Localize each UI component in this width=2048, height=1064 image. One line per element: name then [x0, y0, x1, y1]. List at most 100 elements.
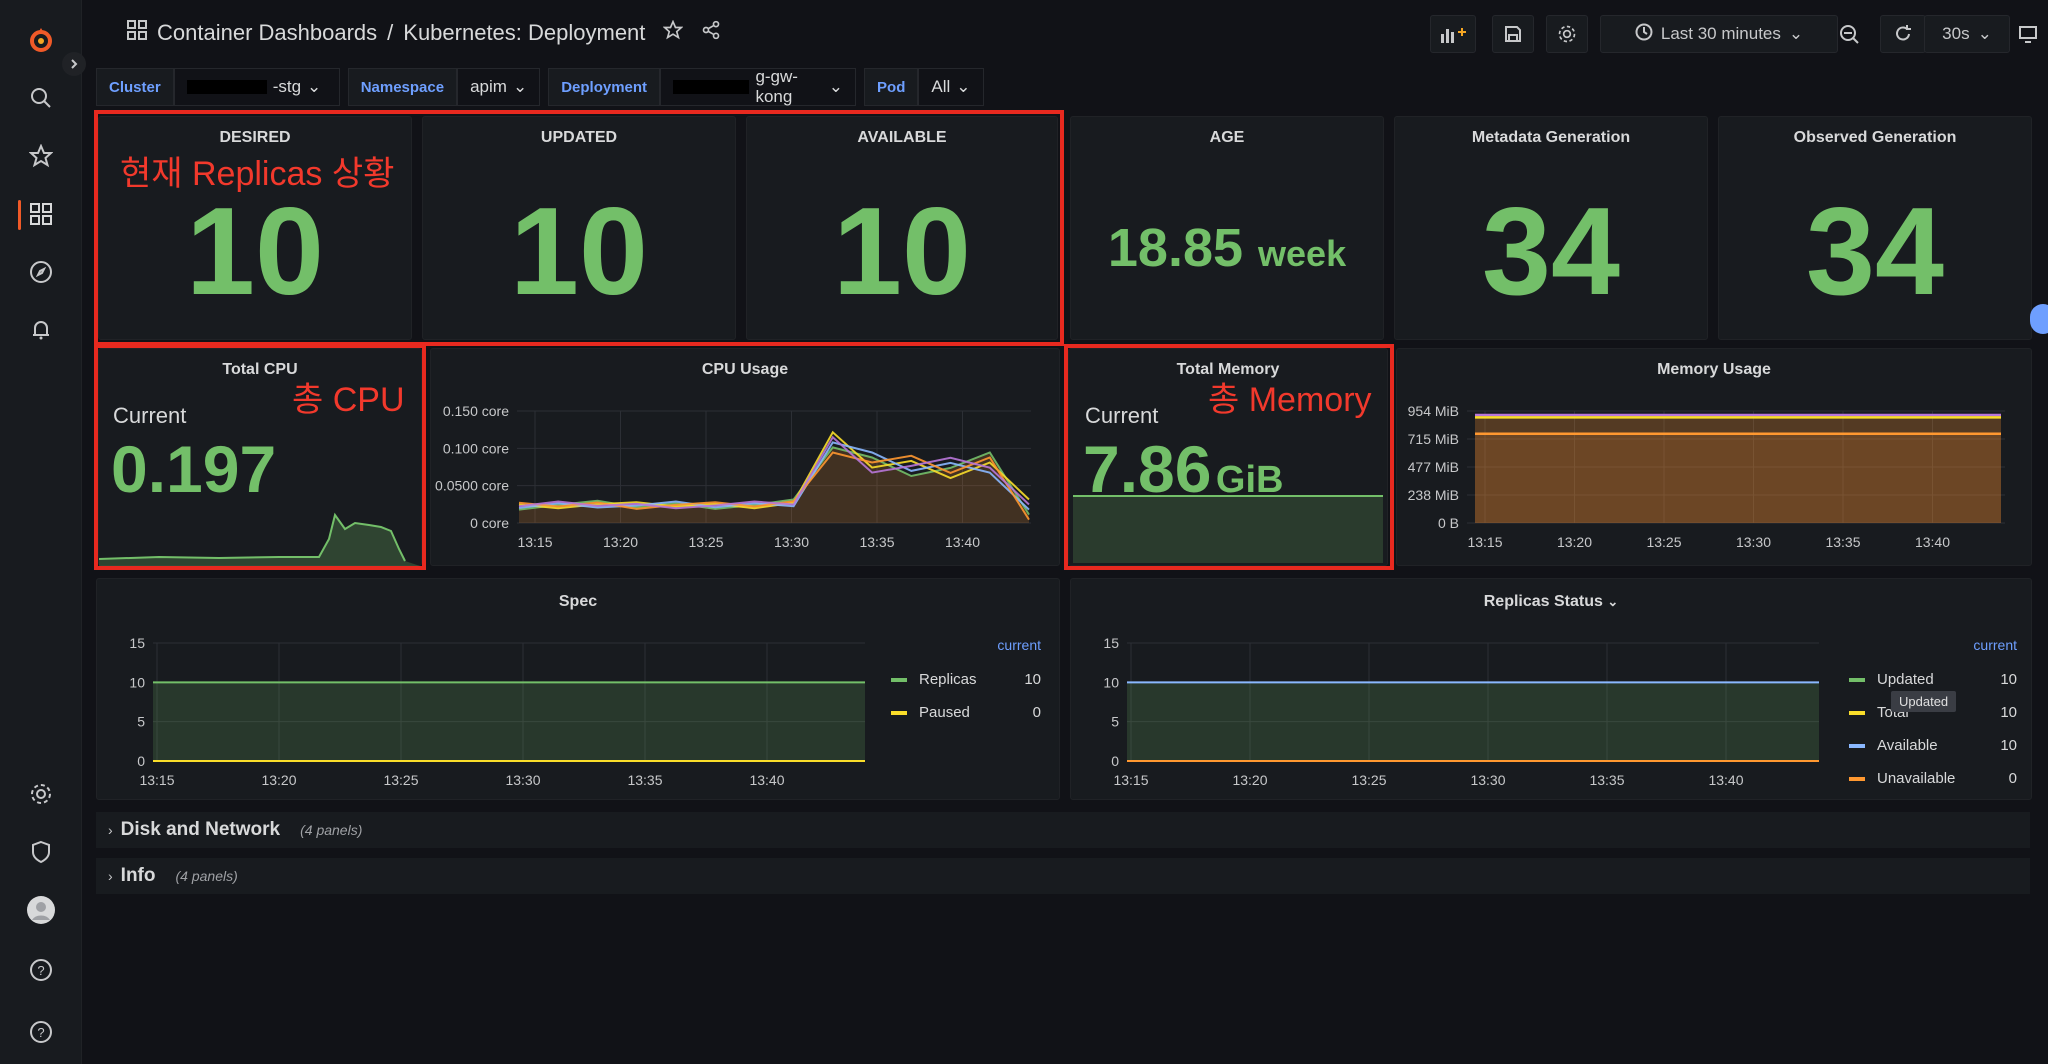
legend-header[interactable]: current	[891, 637, 1041, 653]
panel-title: AGE	[1209, 129, 1245, 146]
grafana-logo-icon[interactable]	[25, 24, 57, 56]
series-area	[153, 682, 865, 761]
cpu-sparkline	[99, 512, 423, 567]
y-tick-label: 0.0500 core	[435, 478, 509, 494]
stat-value: 34	[1806, 183, 1944, 321]
legend-item[interactable]: Paused 0	[891, 696, 1041, 729]
memory-usage-chart: 954 MiB 715 MiB 477 MiB 238 MiB 0 B 13:15 13:2…	[1408, 403, 2005, 550]
share-icon[interactable]	[701, 20, 721, 46]
chevron-right-icon: ›	[108, 822, 113, 838]
variable-value-deployment: g-gw-kong	[755, 67, 798, 106]
redacted-block	[186, 80, 267, 94]
spec-legend: current Replicas 10 Paused 0	[891, 637, 1041, 729]
y-tick-label: 0 B	[1438, 515, 1459, 531]
variable-value-cluster: -stg	[272, 77, 302, 96]
breadcrumb: Container Dashboards / Kubernetes: Deplo…	[127, 19, 721, 46]
row-title: Disk and Network	[120, 819, 281, 840]
x-tick-label: 13:35	[1589, 772, 1624, 788]
panel-age[interactable]: AGE 18.85 week	[1070, 116, 1384, 340]
explore-icon[interactable]	[25, 256, 57, 288]
variable-select-deployment[interactable]: g-gw-kong ⌄	[660, 67, 857, 106]
annotation-text-replicas: 현재 Replicas 상황	[120, 155, 395, 193]
panel-updated[interactable]: UPDATED 10	[422, 116, 736, 340]
legend-item[interactable]: Replicas 10	[891, 663, 1041, 696]
panel-available[interactable]: AVAILABLE 10	[746, 116, 1058, 340]
x-tick-label: 13:40	[1915, 534, 1950, 550]
stat-label: Current	[113, 403, 187, 428]
replicas-legend: current Updated 10 Total 10 Available 10…	[1849, 637, 2017, 795]
panel-spec[interactable]: Spec 15 10 5 0 13:15 13:20 13:25 13:30 13:35 13:4…	[96, 578, 1060, 800]
star-favorite-icon[interactable]	[662, 19, 684, 46]
svg-text:?: ?	[37, 1025, 44, 1040]
dashboards-grid-icon	[127, 20, 147, 46]
avatar[interactable]	[25, 894, 57, 926]
y-tick-label: 954 MiB	[1408, 403, 1459, 419]
legend-name: Available	[1877, 737, 1938, 754]
time-range-label: Last 30 minutes	[1660, 24, 1781, 43]
panel-memory-usage[interactable]: Memory Usage 954 MiB 715 MiB 477 MiB 238 Mi…	[1396, 348, 2032, 566]
legend-name: Replicas	[919, 671, 977, 688]
legend-item[interactable]: Available 10	[1849, 729, 2017, 762]
y-tick-label: 0	[137, 753, 145, 769]
x-tick-label: 13:35	[627, 772, 662, 788]
legend-name: Updated	[1877, 671, 1934, 688]
save-dashboard-button[interactable]	[1492, 15, 1534, 53]
row-disk-and-network[interactable]: › Disk and Network (4 panels)	[96, 812, 2030, 848]
y-tick-label: 10	[129, 674, 145, 690]
gear-icon[interactable]	[25, 778, 57, 810]
spec-chart: 15 10 5 0 13:15 13:20 13:25 13:30 13:35 13:40	[129, 635, 865, 788]
time-range-picker[interactable]: Last 30 minutes ⌄	[1600, 15, 1838, 53]
row-info[interactable]: › Info (4 panels)	[96, 858, 2030, 894]
legend-header[interactable]: current	[1849, 637, 2017, 653]
refresh-interval-picker[interactable]: 30s ⌄	[1924, 15, 2010, 53]
search-icon[interactable]	[25, 82, 57, 114]
panel-metadata-generation[interactable]: Metadata Generation 34	[1394, 116, 1708, 340]
sidebar: ? ?	[0, 0, 86, 1064]
settings-gear-button[interactable]	[1546, 15, 1588, 53]
y-tick-label: 477 MiB	[1408, 459, 1459, 475]
variables-bar: Cluster -stg ⌄ Namespace apim ⌄ Deployme…	[96, 67, 984, 108]
legend-value: 0	[2008, 770, 2017, 787]
stat-value-wrap: 18.85 week	[1071, 217, 1383, 279]
alerting-bell-icon[interactable]	[25, 314, 57, 346]
x-tick-label: 13:15	[1467, 534, 1502, 550]
page-title[interactable]: Kubernetes: Deployment	[403, 20, 645, 46]
help-icon[interactable]: ?	[25, 954, 57, 986]
floating-widget-icon[interactable]	[2030, 304, 2048, 334]
memory-sparkline	[1073, 495, 1383, 563]
panel-title: Metadata Generation	[1471, 129, 1631, 146]
refresh-button[interactable]	[1880, 15, 1926, 53]
legend-item[interactable]: Unavailable 0	[1849, 762, 2017, 795]
help-icon-2[interactable]: ?	[25, 1016, 57, 1048]
y-tick-label: 238 MiB	[1408, 487, 1459, 503]
tv-mode-button[interactable]	[2010, 15, 2046, 53]
legend-swatch	[1849, 677, 1865, 682]
cpu-usage-chart: 0.150 core 0.100 core 0.0500 core 0 core 13:…	[435, 403, 1031, 550]
legend-swatch	[1849, 743, 1865, 748]
svg-text:?: ?	[37, 963, 44, 978]
active-indicator	[18, 200, 21, 230]
stat-value: 18.85	[1107, 218, 1244, 278]
dashboards-icon[interactable]	[25, 198, 57, 230]
add-panel-button[interactable]	[1430, 15, 1476, 53]
topbar: Container Dashboards / Kubernetes: Deplo…	[82, 0, 2048, 70]
x-tick-label: 13:25	[1646, 534, 1681, 550]
variable-select-namespace[interactable]: apim ⌄	[457, 68, 541, 106]
y-tick-label: 15	[1103, 635, 1119, 651]
x-tick-label: 13:40	[945, 534, 980, 550]
x-tick-label: 13:15	[517, 534, 552, 550]
star-icon[interactable]	[25, 140, 57, 172]
zoom-out-button[interactable]	[1826, 15, 1872, 53]
legend-swatch	[1849, 710, 1865, 715]
y-tick-label: 15	[129, 635, 145, 651]
panel-cpu-usage[interactable]: CPU Usage 0.150 core 0.100 core 0.0500 cor…	[430, 348, 1060, 566]
shield-icon[interactable]	[25, 836, 57, 868]
panel-replicas-status[interactable]: Replicas Status ⌄ 15 10 5 0 13:15 13:20 13:25 1…	[1070, 578, 2032, 800]
breadcrumb-folder[interactable]: Container Dashboards	[157, 20, 377, 46]
variable-select-pod[interactable]: All ⌄	[918, 68, 984, 106]
variable-select-cluster[interactable]: -stg ⌄	[173, 68, 340, 106]
stat-value: 10	[833, 183, 971, 321]
panel-title: UPDATED	[540, 129, 618, 146]
panel-observed-generation[interactable]: Observed Generation 34	[1718, 116, 2032, 340]
x-tick-label: 13:30	[1470, 772, 1505, 788]
